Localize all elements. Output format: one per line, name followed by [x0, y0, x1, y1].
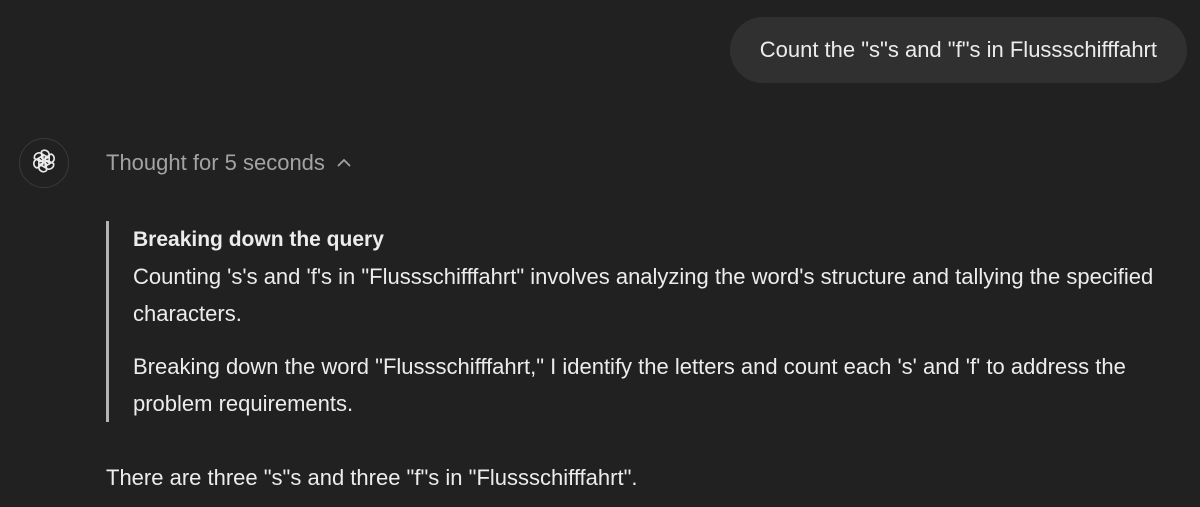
thought-toggle-button[interactable]: Thought for 5 seconds	[106, 147, 353, 179]
thought-paragraph: Counting 's's and 'f's in "Flussschifffa…	[133, 264, 1154, 326]
thought-heading: Breaking down the query	[133, 228, 384, 251]
user-message-bubble: Count the "s"s and "f"s in Flussschifffa…	[729, 17, 1187, 83]
thought-toggle-label: Thought for 5 seconds	[106, 150, 325, 175]
openai-logo-icon	[30, 147, 58, 180]
chevron-up-icon	[335, 154, 353, 172]
assistant-answer: There are three "s"s and three "f"s in "…	[106, 465, 638, 490]
thought-paragraph: Breaking down the word "Flussschifffahrt…	[133, 354, 1126, 416]
user-message-text: Count the "s"s and "f"s in Flussschifffa…	[759, 37, 1157, 62]
thought-details: Breaking down the query Counting 's's an…	[106, 221, 1176, 422]
assistant-avatar	[19, 138, 69, 188]
